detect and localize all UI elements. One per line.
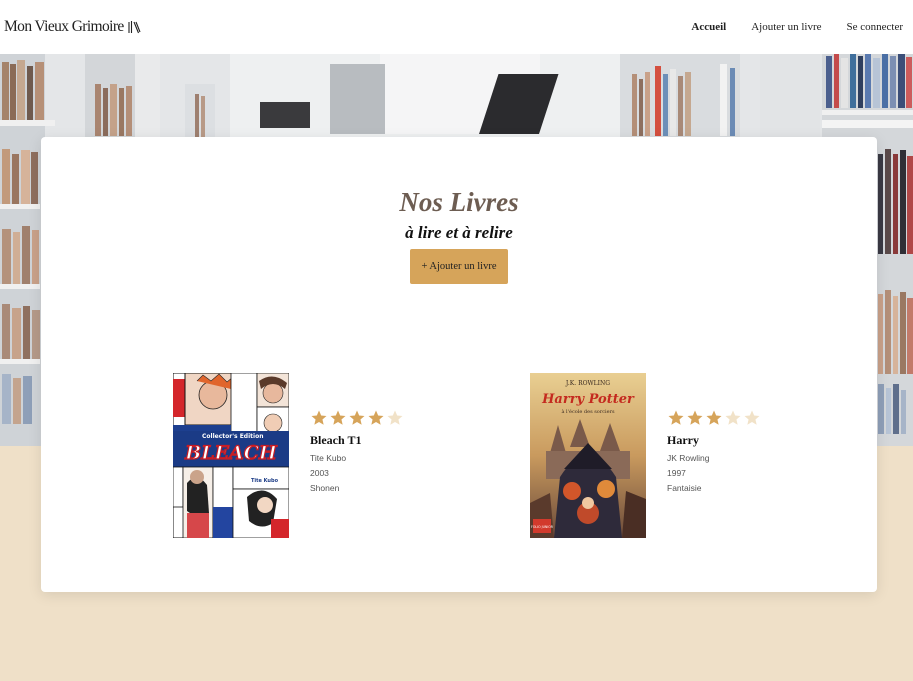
cover-edition-text: Collector's Edition (202, 433, 263, 440)
book-genre: Shonen (310, 483, 340, 493)
book-info: Bleach T1 Tite Kubo 2003 Shonen (310, 409, 460, 493)
books-card: Nos Livres à lire et à relire + Ajouter … (41, 137, 877, 592)
cover-subtitle-text: à l'école des sorciers (561, 408, 614, 415)
book-cover[interactable]: Collector's Edition BLEACH Tite Kubo (173, 373, 289, 538)
star-icon (311, 410, 327, 425)
open-book-icon (128, 21, 141, 34)
star-icon (744, 410, 760, 425)
star-icon (668, 410, 684, 425)
star-icon (706, 410, 722, 425)
logo-text: Mon Vieux Grimoire (4, 18, 124, 35)
cover-series-text: BLEACH (184, 442, 278, 464)
site-header: Mon Vieux Grimoire Accueil Ajouter un li… (0, 0, 913, 54)
page-title: Nos Livres (399, 187, 519, 217)
star-icon (387, 410, 403, 425)
book-author: Tite Kubo (310, 453, 347, 463)
star-icon (725, 410, 741, 425)
book-year: 1997 (667, 468, 686, 478)
add-book-button[interactable]: + Ajouter un livre (410, 249, 508, 284)
bleach-cover-image: Collector's Edition BLEACH Tite Kubo (173, 373, 289, 538)
rating-stars (667, 409, 817, 427)
star-icon (368, 410, 384, 425)
page-subtitle: à lire et à relire (405, 223, 513, 242)
cover-series-text: Harry Potter (541, 392, 635, 407)
book-title[interactable]: Bleach T1 (310, 433, 460, 448)
cover-author-text: Tite Kubo (251, 478, 279, 484)
book-cover[interactable]: J.K. ROWLING Harry Potter à l'école des … (530, 373, 646, 538)
book-title[interactable]: Harry (667, 433, 817, 448)
rating-stars (310, 409, 460, 427)
star-icon (330, 410, 346, 425)
nav-link-se-connecter[interactable]: Se connecter (847, 21, 904, 33)
cover-publisher-text: FOLIO JUNIOR (531, 525, 554, 529)
cover-author-text: J.K. ROWLING (565, 380, 610, 387)
star-icon (349, 410, 365, 425)
harry-potter-cover-image: J.K. ROWLING Harry Potter à l'école des … (530, 373, 646, 538)
book-info: Harry JK Rowling 1997 Fantaisie (667, 409, 817, 493)
nav-link-ajouter-livre[interactable]: Ajouter un livre (751, 21, 821, 33)
nav-link-accueil[interactable]: Accueil (691, 21, 726, 33)
star-icon (687, 410, 703, 425)
site-logo[interactable]: Mon Vieux Grimoire (4, 18, 141, 36)
book-author: JK Rowling (667, 453, 710, 463)
book-genre: Fantaisie (667, 483, 702, 493)
book-year: 2003 (310, 468, 329, 478)
main-nav: Accueil Ajouter un livre Se connecter (691, 21, 903, 33)
